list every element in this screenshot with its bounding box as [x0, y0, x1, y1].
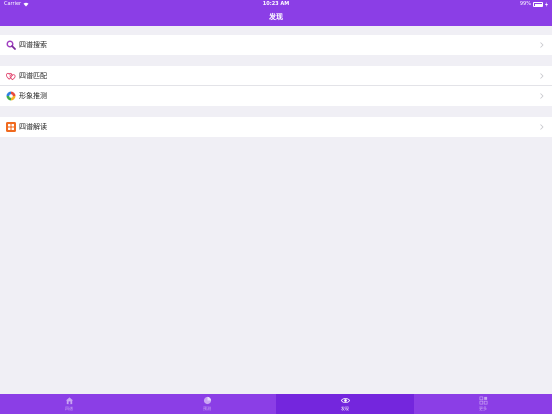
- discover-group-search: 四谱搜索: [0, 35, 552, 55]
- page-title: 发现: [269, 13, 283, 21]
- tab-bar: 四谱 预测 发现 更多: [0, 394, 552, 414]
- hearts-icon: [6, 71, 16, 81]
- list-item-label: 形象推测: [19, 92, 47, 100]
- tab-label: 发现: [341, 406, 349, 411]
- charging-icon: [545, 2, 548, 7]
- list-item-label: 四谱搜索: [19, 41, 47, 49]
- tab-predict[interactable]: 预测: [138, 394, 276, 414]
- tab-more[interactable]: 更多: [414, 394, 552, 414]
- eye-icon: [340, 398, 350, 403]
- color-wheel-icon: [6, 91, 16, 101]
- tab-label: 预测: [203, 406, 211, 411]
- battery-percent: 99%: [519, 1, 531, 7]
- list-item-search[interactable]: 四谱搜索: [0, 35, 552, 55]
- tab-sipu[interactable]: 四谱: [0, 394, 138, 414]
- discover-group-match: 四谱匹配 形象推测: [0, 66, 552, 106]
- list-item-interpret[interactable]: 四谱解读: [0, 117, 552, 137]
- list-item-label: 四谱解读: [19, 123, 47, 131]
- tab-label: 四谱: [65, 406, 73, 411]
- chevron-right-icon: [538, 41, 546, 49]
- tab-discover[interactable]: 发现: [276, 394, 414, 414]
- status-right: 99%: [520, 0, 548, 9]
- top-bar: Carrier 10:23 AM 99% 发现: [0, 0, 552, 26]
- list-item-match[interactable]: 四谱匹配: [0, 66, 552, 86]
- home-icon: [65, 397, 73, 405]
- battery-icon: [533, 2, 543, 7]
- chevron-right-icon: [538, 123, 546, 131]
- list-item-label: 四谱匹配: [19, 71, 47, 80]
- status-time: 10:23 AM: [262, 1, 290, 7]
- apps-icon: [479, 396, 487, 405]
- tab-label: 更多: [479, 406, 487, 411]
- list-item-image-guess[interactable]: 形象推测: [0, 86, 552, 106]
- discover-group-interpret: 四谱解读: [0, 117, 552, 137]
- search-icon: [6, 40, 16, 50]
- grid-icon: [6, 122, 16, 132]
- status-bar: Carrier 10:23 AM 99%: [0, 0, 552, 9]
- chevron-right-icon: [538, 92, 546, 100]
- pie-icon: [203, 396, 211, 405]
- chevron-right-icon: [538, 72, 546, 80]
